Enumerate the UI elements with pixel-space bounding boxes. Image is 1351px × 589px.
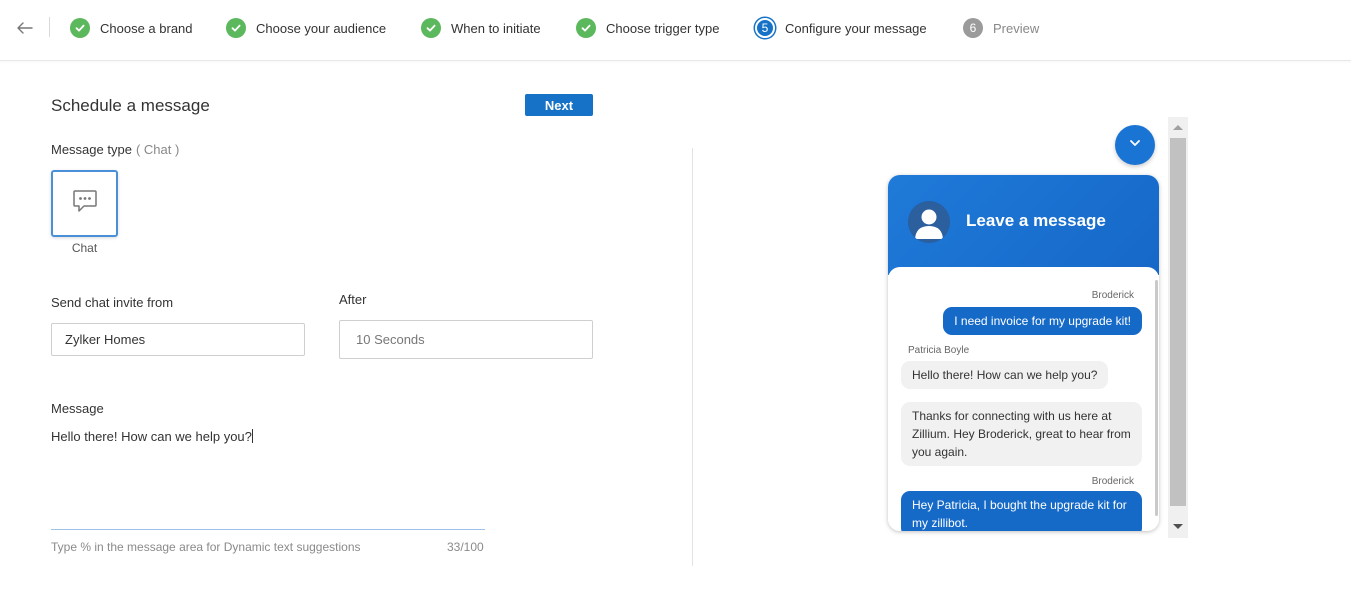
scrollbar-thumb[interactable] [1170,138,1186,506]
chat-widget-preview: Leave a message Broderick I need invoice… [888,175,1159,531]
widget-body: Broderick I need invoice for my upgrade … [888,267,1159,531]
message-type-label: Message type( Chat ) [51,142,179,157]
invite-from-label: Send chat invite from [51,295,174,310]
chat-bubble: Hello there! How can we help you? [901,361,1109,389]
text-caret [251,429,253,443]
chat-type-card[interactable] [51,170,118,237]
step-label: Choose your audience [256,20,387,36]
divider [49,17,50,37]
chat-bubble: I need invoice for my upgrade kit! [943,307,1142,335]
scroll-down-icon[interactable] [1173,524,1183,529]
panel-divider [692,148,693,566]
page-title: Schedule a message [51,96,210,115]
step-number: 5 [755,18,775,38]
step-choose-trigger-type[interactable]: Choose trigger type [576,16,719,40]
step-number: 6 [963,18,983,38]
step-label: Configure your message [785,20,927,36]
step-label: When to initiate [451,20,541,36]
sender-name: Broderick [1091,290,1134,301]
chat-bubble-icon [72,189,98,218]
message-type-value: ( Chat ) [135,142,180,157]
preview-scrollbar[interactable] [1168,117,1188,538]
chat-bubble: Thanks for connecting with us here at Zi… [901,402,1142,466]
minimize-button[interactable] [1115,125,1155,165]
step-label: Choose a brand [100,20,193,36]
check-icon [226,18,246,38]
step-configure-message[interactable]: 5 Configure your message [755,16,927,40]
after-label: After [339,292,367,307]
dynamic-text-hint: Type % in the message area for Dynamic t… [51,540,361,554]
check-icon [421,18,441,38]
message-label: Message [51,401,104,416]
check-icon [70,18,90,38]
check-icon [576,18,596,38]
invite-from-value: Zylker Homes [65,332,146,347]
chevron-down-icon [1128,136,1142,155]
scroll-up-icon[interactable] [1173,125,1183,130]
chat-type-label: Chat [71,241,98,255]
step-when-to-initiate[interactable]: When to initiate [421,16,541,40]
after-value: 10 Seconds [356,332,425,347]
after-input[interactable]: 10 Seconds [339,320,593,359]
invite-from-input[interactable]: Zylker Homes [51,323,305,356]
chat-bubble: Hey Patricia, I bought the upgrade kit f… [901,491,1142,531]
message-textarea[interactable]: Hello there! How can we help you? [51,429,253,444]
widget-title: Leave a message [966,211,1106,230]
message-value: Hello there! How can we help you? [51,429,252,444]
stepper-bar: Choose a brand Choose your audience When… [0,0,1351,61]
sender-name: Broderick [1091,476,1134,487]
step-choose-brand[interactable]: Choose a brand [70,16,193,40]
back-arrow-icon[interactable] [14,17,36,39]
step-label: Choose trigger type [606,20,720,36]
sender-name: Patricia Boyle [908,345,970,356]
step-preview[interactable]: 6 Preview [963,16,1039,40]
widget-header: Leave a message [888,175,1159,275]
character-counter: 33/100 [447,540,484,554]
message-underline [51,529,485,530]
widget-scrollbar[interactable] [1155,280,1158,516]
agent-avatar [908,201,950,243]
step-label: Preview [993,20,1040,36]
next-button[interactable]: Next [525,94,593,116]
step-choose-audience[interactable]: Choose your audience [226,16,386,40]
message-type-label-text: Message type [51,142,132,157]
